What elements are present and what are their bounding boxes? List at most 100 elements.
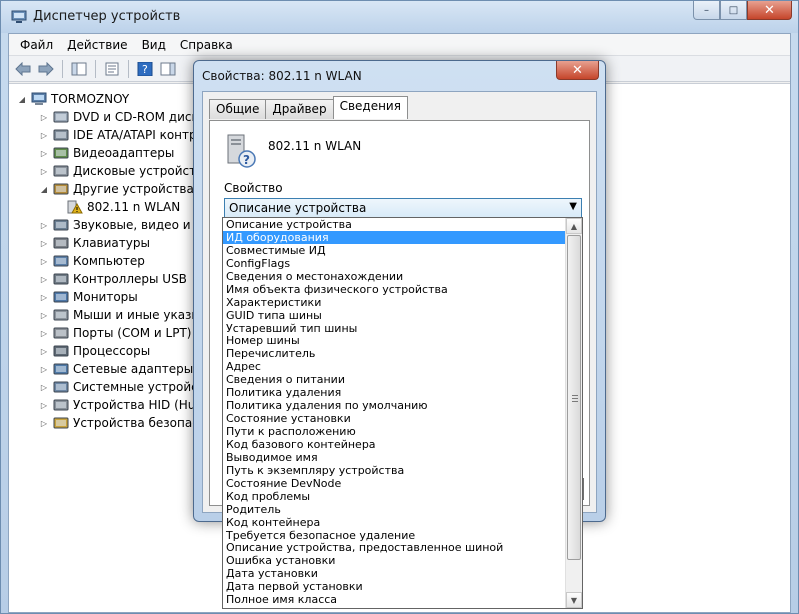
dropdown-option[interactable]: Дата первой установки: [223, 580, 565, 593]
dropdown-option[interactable]: Путь к экземпляру устройства: [223, 464, 565, 477]
expand-arrow-icon[interactable]: ▷: [39, 239, 49, 248]
tab-general[interactable]: Общие: [209, 99, 267, 119]
tree-item[interactable]: ▷ Устройства HID (Hum: [39, 396, 207, 414]
expand-arrow-icon[interactable]: ▷: [39, 131, 49, 140]
dropdown-option[interactable]: Сведения о местонахождении: [223, 270, 565, 283]
scroll-up-button[interactable]: ▲: [566, 218, 582, 234]
back-button[interactable]: [13, 59, 33, 79]
tree-item[interactable]: ▷ Контроллеры USB: [39, 270, 187, 288]
tree-item[interactable]: ◢ Другие устройства: [39, 180, 194, 198]
dropdown-option[interactable]: Политика удаления по умолчанию: [223, 399, 565, 412]
dropdown-option[interactable]: Полное имя класса: [223, 593, 565, 606]
tree-root[interactable]: ◢ TORMOZNOY: [17, 90, 129, 108]
show-hide-action-pane-button[interactable]: [158, 59, 178, 79]
dropdown-option[interactable]: Характеристики: [223, 296, 565, 309]
dropdown-option[interactable]: Состояние установки: [223, 412, 565, 425]
other-devices-icon: [53, 183, 69, 195]
dropdown-option[interactable]: Родитель: [223, 503, 565, 516]
tree-item[interactable]: ▷ Компьютер: [39, 252, 145, 270]
thumb-grip: [572, 395, 578, 396]
dropdown-option[interactable]: Имя объекта физического устройства: [223, 283, 565, 296]
dropdown-option[interactable]: Адрес: [223, 360, 565, 373]
close-button[interactable]: ✕: [747, 1, 792, 20]
expand-arrow-icon[interactable]: ▷: [39, 221, 49, 230]
expand-arrow-icon[interactable]: ▷: [39, 401, 49, 410]
expand-arrow-icon[interactable]: ▷: [39, 275, 49, 284]
expand-arrow-icon[interactable]: ▷: [39, 383, 49, 392]
expand-arrow-icon[interactable]: ▷: [39, 365, 49, 374]
expand-arrow-icon[interactable]: ▷: [39, 311, 49, 320]
expand-arrow-icon[interactable]: ▷: [39, 347, 49, 356]
property-combobox[interactable]: Описание устройства ▼: [224, 198, 582, 219]
dropdown-option[interactable]: Код проблемы: [223, 490, 565, 503]
menu-help[interactable]: Справка: [173, 36, 240, 54]
expand-arrow-icon[interactable]: ▷: [39, 419, 49, 428]
tree-item[interactable]: ▷ Видеоадаптеры: [39, 144, 174, 162]
tree-item[interactable]: ▷ Мыши и иные указыв: [39, 306, 208, 324]
scroll-down-button[interactable]: ▼: [566, 592, 582, 608]
dropdown-option[interactable]: Код базового контейнера: [223, 438, 565, 451]
expand-arrow-icon[interactable]: ▷: [39, 293, 49, 302]
dropdown-option[interactable]: Выводимое имя: [223, 451, 565, 464]
collapse-arrow-icon[interactable]: ◢: [39, 185, 49, 194]
expand-arrow-icon[interactable]: ▷: [39, 113, 49, 122]
menu-bar: Файл Действие Вид Справка: [9, 34, 790, 56]
dropdown-option[interactable]: Сведения о питании: [223, 373, 565, 386]
dropdown-arrow-icon[interactable]: ▼: [569, 201, 577, 212]
dialog-close-button[interactable]: ✕: [556, 61, 599, 80]
tree-item[interactable]: 802.11 n WLAN: [53, 198, 180, 216]
usb-icon: [53, 273, 69, 285]
minimize-button[interactable]: –: [693, 1, 720, 20]
system-devices-icon: [53, 381, 69, 393]
tree-item[interactable]: ▷ Дисковые устройства: [39, 162, 211, 180]
dropdown-option[interactable]: Ошибка установки: [223, 554, 565, 567]
dropdown-option[interactable]: Номер шины: [223, 334, 565, 347]
toolbar-separator: [62, 59, 63, 78]
svg-text:?: ?: [243, 153, 250, 167]
dropdown-option[interactable]: ConfigFlags: [223, 257, 565, 270]
help-button[interactable]: ?: [135, 59, 155, 79]
show-hide-console-tree-button[interactable]: [69, 59, 89, 79]
dropdown-option[interactable]: Устаревший тип шины: [223, 322, 565, 335]
maximize-button[interactable]: □: [720, 1, 747, 20]
dropdown-option[interactable]: Пути к расположению: [223, 425, 565, 438]
tab-driver[interactable]: Драйвер: [265, 99, 334, 119]
dropdown-option[interactable]: GUID типа шины: [223, 309, 565, 322]
tree-item[interactable]: ▷ Системные устройств: [39, 378, 212, 396]
hid-icon: [53, 399, 69, 411]
expand-arrow-icon[interactable]: ▷: [39, 257, 49, 266]
dropdown-option[interactable]: Совместимые ИД: [223, 244, 565, 257]
tree-item[interactable]: ▷ Устройства безопасн: [39, 414, 207, 432]
tree-item[interactable]: ▷ Сетевые адаптеры: [39, 360, 193, 378]
dropdown-option[interactable]: Описание устройства, предоставленное шин…: [223, 541, 565, 554]
collapse-arrow-icon[interactable]: ◢: [17, 95, 27, 104]
dialog-title: Свойства: 802.11 n WLAN: [202, 69, 362, 83]
tree-item[interactable]: ▷ Звуковые, видео и игр: [39, 216, 216, 234]
tree-item-label: Другие устройства: [73, 182, 194, 196]
menu-action[interactable]: Действие: [60, 36, 134, 54]
tree-item[interactable]: ▷ Порты (COM и LPT): [39, 324, 192, 342]
tree-item[interactable]: ▷ Процессоры: [39, 342, 150, 360]
menu-view[interactable]: Вид: [135, 36, 173, 54]
dropdown-option[interactable]: Код контейнера: [223, 516, 565, 529]
dropdown-option[interactable]: Требуется безопасное удаление: [223, 529, 565, 542]
menu-file[interactable]: Файл: [13, 36, 60, 54]
title-bar[interactable]: Диспетчер устройств – □ ✕: [1, 1, 798, 33]
dropdown-option[interactable]: Перечислитель: [223, 347, 565, 360]
properties-button[interactable]: [102, 59, 122, 79]
tree-item[interactable]: ▷ Клавиатуры: [39, 234, 150, 252]
tab-details[interactable]: Сведения: [332, 96, 408, 119]
dropdown-option[interactable]: Описание устройства: [223, 218, 565, 231]
dropdown-option[interactable]: ИД оборудования: [223, 230, 565, 244]
expand-arrow-icon[interactable]: ▷: [39, 329, 49, 338]
scroll-thumb[interactable]: [567, 235, 581, 560]
expand-arrow-icon[interactable]: ▷: [39, 167, 49, 176]
dropdown-option[interactable]: Дата установки: [223, 567, 565, 580]
expand-arrow-icon[interactable]: ▷: [39, 149, 49, 158]
dropdown-option[interactable]: Состояние DevNode: [223, 477, 565, 490]
dropdown-option[interactable]: Политика удаления: [223, 386, 565, 399]
dropdown-scrollbar[interactable]: ▲ ▼: [565, 218, 582, 608]
tree-item[interactable]: ▷ Мониторы: [39, 288, 138, 306]
tree-item[interactable]: ▷ IDE ATA/ATAPI контро: [39, 126, 204, 144]
forward-button[interactable]: [36, 59, 56, 79]
